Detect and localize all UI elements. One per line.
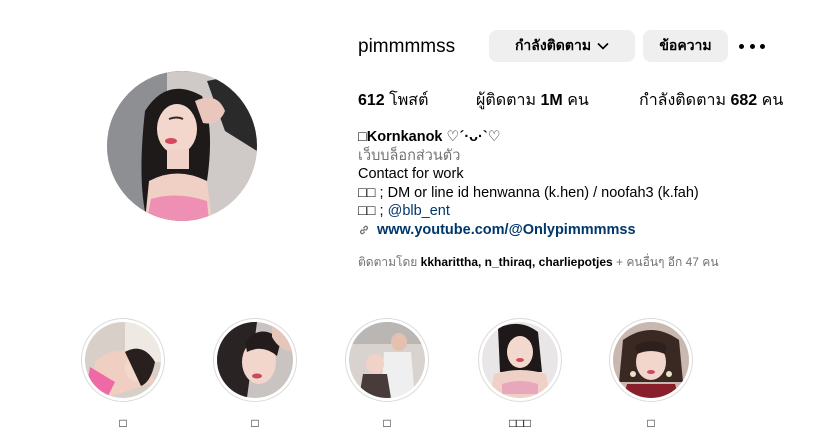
bio-category: เว็บบล็อกส่วนตัว bbox=[358, 147, 461, 164]
profile-username: pimmmmss bbox=[358, 36, 456, 57]
highlight-cover bbox=[217, 322, 293, 398]
following-stat[interactable]: กำลังติดตาม 682 คน bbox=[639, 91, 783, 111]
highlight-ring[interactable] bbox=[345, 318, 429, 402]
followers-count: 1M bbox=[540, 92, 563, 109]
story-highlight[interactable]: □ bbox=[343, 318, 431, 429]
chevron-down-icon bbox=[597, 42, 609, 50]
highlight-label: □ bbox=[119, 416, 127, 429]
highlight-cover bbox=[349, 322, 425, 398]
profile-bio: □Kornkanok ♡´·ᴗ·`♡ เว็บบล็อกส่วนตัว Cont… bbox=[358, 128, 699, 239]
posts-label: โพสต์ bbox=[389, 92, 429, 109]
bio-line-3: □□ ; @blb_ent bbox=[358, 202, 699, 221]
followed-by-suffix: + คนอื่นๆ อีก 47 คน bbox=[612, 255, 719, 269]
highlight-ring[interactable] bbox=[609, 318, 693, 402]
highlight-label: □ bbox=[383, 416, 391, 429]
dot bbox=[739, 43, 744, 49]
profile-avatar[interactable] bbox=[107, 71, 257, 221]
bio-line-1: Contact for work bbox=[358, 166, 464, 182]
bio-line-3-prefix: □□ ; bbox=[358, 203, 388, 219]
avatar-photo bbox=[107, 71, 257, 221]
bio-external-link[interactable]: www.youtube.com/@Onlypimmmmss bbox=[358, 221, 699, 240]
bio-link-text: www.youtube.com/@Onlypimmmmss bbox=[377, 221, 636, 238]
story-highlight[interactable]: □ bbox=[79, 318, 167, 429]
followed-by-names: kkharittha, n_thiraq, charliepotjes bbox=[420, 255, 613, 269]
bio-display-name: □Kornkanok ♡´·ᴗ·`♡ bbox=[358, 129, 501, 145]
dot bbox=[749, 43, 755, 49]
highlight-ring[interactable] bbox=[213, 318, 297, 402]
posts-count: 612 bbox=[358, 92, 385, 109]
followed-by[interactable]: ติดตามโดย kkharittha, n_thiraq, charliep… bbox=[358, 253, 719, 272]
link-icon bbox=[359, 225, 369, 235]
followers-unit: คน bbox=[567, 92, 589, 109]
highlight-label: □ bbox=[647, 416, 655, 429]
followers-stat[interactable]: ผู้ติดตาม 1M คน bbox=[476, 91, 589, 111]
highlight-cover bbox=[482, 322, 558, 398]
dot bbox=[760, 43, 765, 49]
highlight-label: □□□ bbox=[509, 416, 531, 429]
profile-page: pimmmmss กำลังติดตาม ข้อความ 612 โพสต์ ผ… bbox=[0, 0, 836, 429]
bio-mention-link[interactable]: @blb_ent bbox=[388, 203, 450, 219]
following-label: กำลังติดตาม bbox=[639, 92, 726, 109]
more-options-icon[interactable] bbox=[739, 37, 765, 55]
following-button[interactable]: กำลังติดตาม bbox=[489, 30, 635, 62]
highlight-label: □ bbox=[251, 416, 259, 429]
story-highlight[interactable]: □ bbox=[607, 318, 695, 429]
highlight-cover bbox=[613, 322, 689, 398]
following-button-label: กำลังติดตาม bbox=[514, 37, 592, 53]
following-count: 682 bbox=[730, 92, 758, 109]
story-highlight[interactable]: □ bbox=[211, 318, 299, 429]
highlight-ring[interactable] bbox=[478, 318, 562, 402]
followers-label: ผู้ติดตาม bbox=[476, 92, 537, 109]
story-highlight[interactable]: □□□ bbox=[476, 318, 564, 429]
followed-by-prefix: ติดตามโดย bbox=[358, 255, 421, 269]
highlight-cover bbox=[85, 322, 161, 398]
bio-line-2: □□ ; DM or line id henwanna (k.hen) / no… bbox=[358, 184, 699, 201]
posts-stat: 612 โพสต์ bbox=[358, 91, 428, 111]
message-button[interactable]: ข้อความ bbox=[643, 30, 728, 62]
following-unit: คน bbox=[761, 92, 784, 109]
highlight-ring[interactable] bbox=[81, 318, 165, 402]
